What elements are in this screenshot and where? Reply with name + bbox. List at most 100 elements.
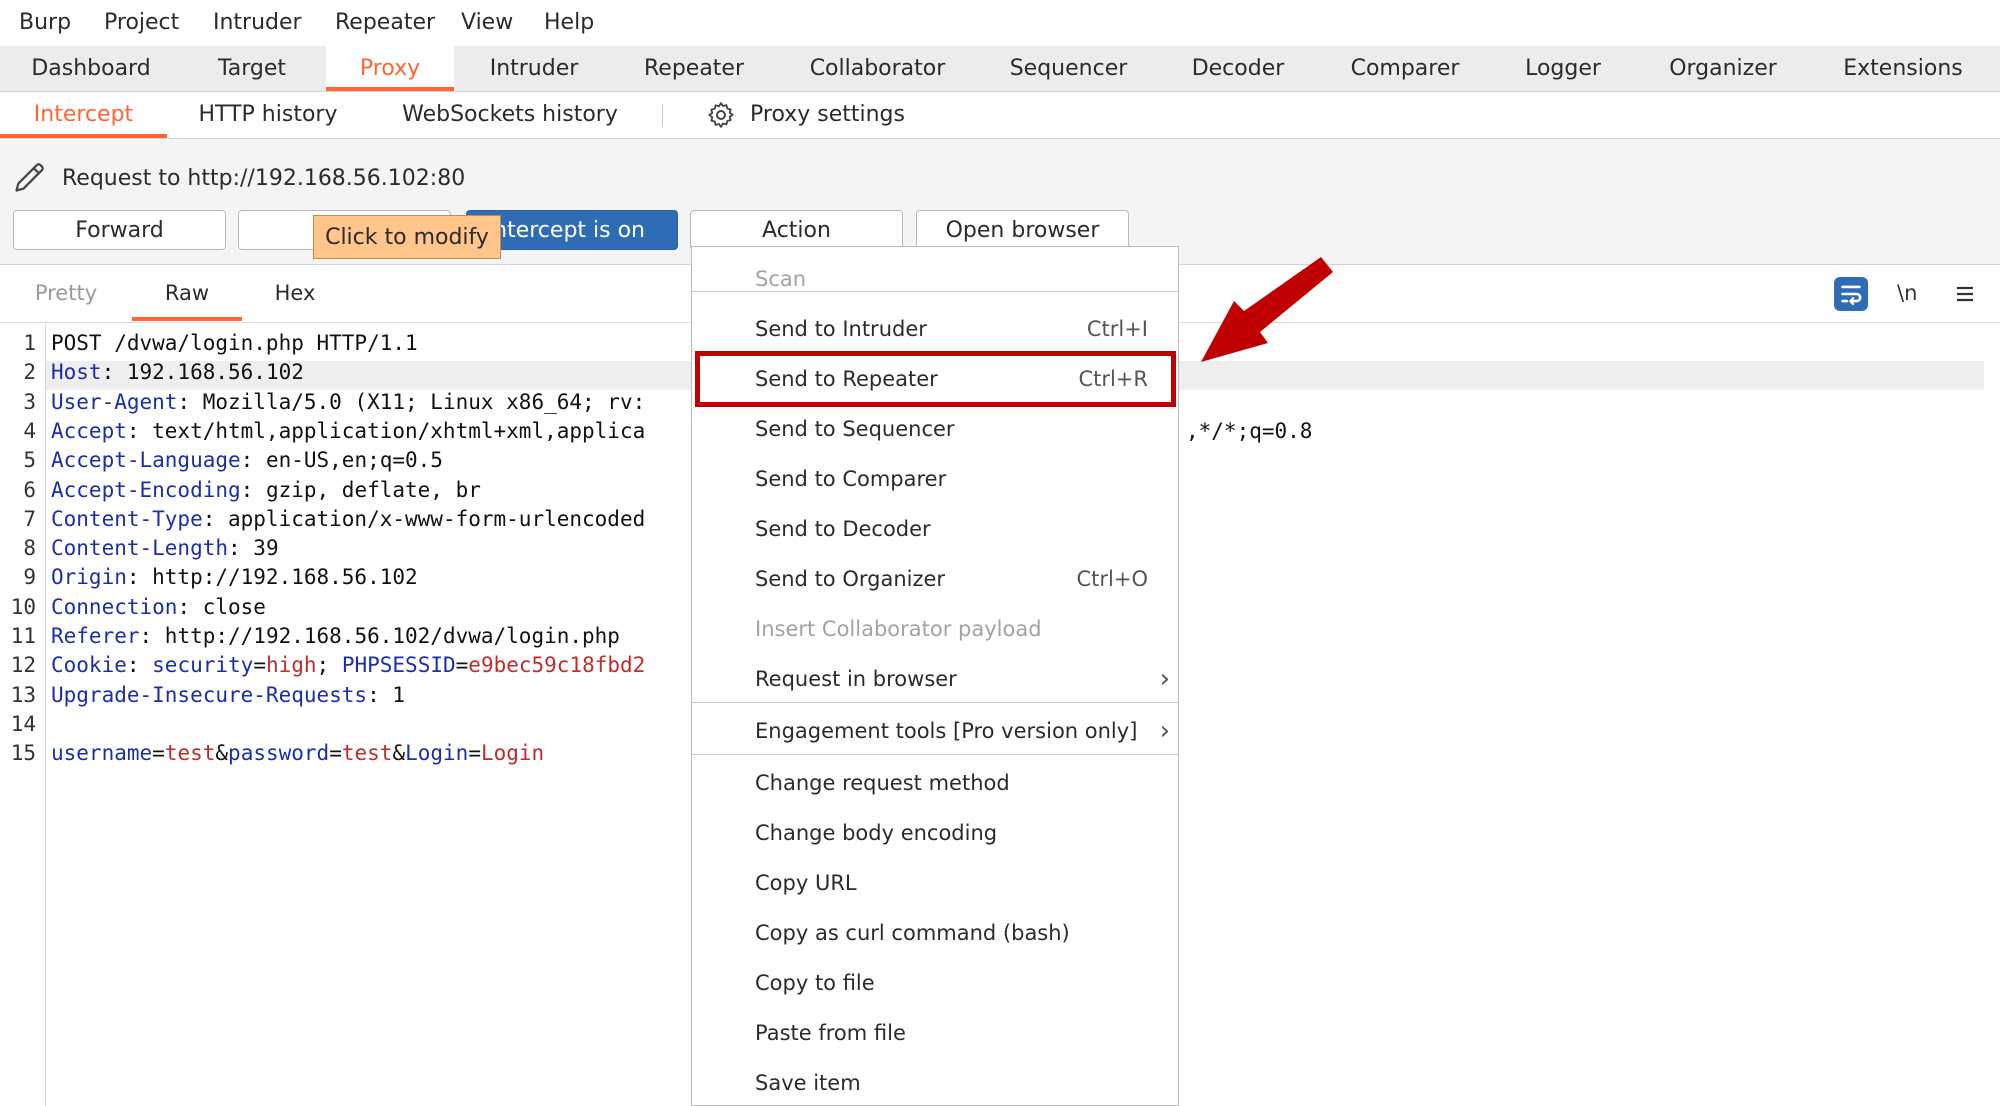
menu-item-label: Scan (755, 267, 807, 291)
tab-intruder[interactable]: Intruder (474, 46, 594, 91)
menu-item-label: Copy to file (755, 971, 875, 995)
header-value: : text/html,application/xhtml+xml,applic… (126, 419, 646, 443)
tab-repeater[interactable]: Repeater (632, 46, 756, 91)
menu-item-send-to-sequencer[interactable]: Send to Sequencer (692, 409, 1178, 449)
tab-decoder[interactable]: Decoder (1183, 46, 1293, 91)
menu-item-change-request-method[interactable]: Change request method (692, 763, 1178, 803)
tab-dashboard[interactable]: Dashboard (20, 46, 162, 91)
menu-item-request-in-browser[interactable]: Request in browser › (692, 659, 1178, 699)
body-param-token: & (215, 741, 229, 765)
tab-comparer[interactable]: Comparer (1346, 46, 1464, 91)
subtab-websockets-history[interactable]: WebSockets history (400, 92, 620, 138)
line-number: 1 (23, 331, 36, 355)
menu-repeater[interactable]: Repeater (335, 10, 435, 35)
header-value: : (126, 653, 153, 677)
cookie-token: = (253, 653, 266, 677)
menu-item-label: Send to Sequencer (755, 417, 955, 441)
menu-item-send-to-intruder[interactable]: Send to Intruder Ctrl+I (692, 309, 1178, 349)
menu-item-label: Send to Decoder (755, 517, 931, 541)
line-number: 6 (23, 478, 36, 502)
menu-item-change-body-encoding[interactable]: Change body encoding (692, 813, 1178, 853)
menu-item-copy-url[interactable]: Copy URL (692, 863, 1178, 903)
header-value: : 39 (228, 536, 279, 560)
menu-item-shortcut: Ctrl+O (1076, 567, 1149, 591)
header-name: Accept-Language (51, 448, 241, 472)
open-browser-button[interactable]: Open browser (916, 210, 1129, 250)
header-name: Host (51, 360, 102, 384)
menu-view[interactable]: View (461, 10, 513, 35)
menu-item-send-to-comparer[interactable]: Send to Comparer (692, 459, 1178, 499)
line-number: 8 (23, 536, 36, 560)
menu-item-label: Save item (755, 1071, 861, 1095)
body-param-token: = (468, 741, 481, 765)
hamburger-icon[interactable] (1953, 282, 1977, 306)
menu-item-label: Insert Collaborator payload (755, 617, 1042, 641)
proxy-settings-label: Proxy settings (750, 102, 905, 127)
subtab-intercept[interactable]: Intercept (0, 92, 167, 138)
editor-tab-hex[interactable]: Hex (255, 279, 335, 321)
menu-item-send-to-organizer[interactable]: Send to Organizer Ctrl+O (692, 559, 1178, 599)
menu-item-save-item[interactable]: Save item (692, 1063, 1178, 1103)
line-number: 12 (10, 653, 36, 677)
menu-burp[interactable]: Burp (19, 10, 71, 35)
proxy-settings-button[interactable]: Proxy settings (706, 92, 906, 138)
menu-item-label: Copy as curl command (bash) (755, 921, 1070, 945)
request-line: Content-Length: 39 (51, 536, 279, 560)
tab-organizer[interactable]: Organizer (1662, 46, 1784, 91)
request-line: Accept-Encoding: gzip, deflate, br (51, 478, 481, 502)
line-number: 14 (10, 712, 36, 736)
header-value: : close (177, 595, 266, 619)
tab-proxy[interactable]: Proxy (326, 46, 454, 91)
gear-icon (708, 102, 734, 128)
highlight-box-send-to-repeater (695, 351, 1176, 407)
menu-item-paste-from-file[interactable]: Paste from file (692, 1013, 1178, 1053)
body-param-token: = (152, 741, 165, 765)
menu-item-label: Change request method (755, 771, 1010, 795)
menu-separator (692, 702, 1178, 703)
header-value: : application/x-www-form-urlencoded (202, 507, 646, 531)
menu-bar: Burp Project Intruder Repeater View Help (0, 0, 2000, 47)
request-line: Connection: close (51, 595, 266, 619)
header-value: : http://192.168.56.102/dvwa/login.php (139, 624, 620, 648)
request-line: Origin: http://192.168.56.102 (51, 565, 418, 589)
request-line: username=test&password=test&Login=Login (51, 741, 544, 765)
editor-tab-raw[interactable]: Raw (132, 279, 242, 321)
request-line: Accept: text/html,application/xhtml+xml,… (51, 419, 645, 443)
cookie-token: e9bec59c18fbd2 (468, 653, 646, 677)
body-param-token: = (329, 741, 342, 765)
line-number: 9 (23, 565, 36, 589)
header-value: : Mozilla/5.0 (X11; Linux x86_64; rv: (177, 390, 646, 414)
wrap-lines-button[interactable] (1834, 277, 1868, 311)
menu-help[interactable]: Help (544, 10, 594, 35)
editor-tab-pretty[interactable]: Pretty (20, 279, 112, 321)
menu-item-shortcut: Ctrl+I (1086, 317, 1148, 341)
header-name: Accept-Encoding (51, 478, 241, 502)
menu-item-scan: Scan (692, 259, 1178, 299)
tab-logger[interactable]: Logger (1517, 46, 1609, 91)
body-param-token: password (228, 741, 330, 765)
newline-toggle[interactable]: \n (1897, 281, 1917, 305)
menu-item-label: Send to Comparer (755, 467, 947, 491)
tab-sequencer[interactable]: Sequencer (1003, 46, 1134, 91)
tab-extensions[interactable]: Extensions (1838, 46, 1968, 91)
header-value: : 192.168.56.102 (101, 360, 304, 384)
header-name: Content-Length (51, 536, 229, 560)
menu-item-copy-to-file[interactable]: Copy to file (692, 963, 1178, 1003)
tab-collaborator[interactable]: Collaborator (800, 46, 955, 91)
menu-item-engagement-tools-pro-version-only[interactable]: Engagement tools [Pro version only] › (692, 711, 1178, 751)
menu-intruder[interactable]: Intruder (213, 10, 302, 35)
menu-item-send-to-decoder[interactable]: Send to Decoder (692, 509, 1178, 549)
tab-target[interactable]: Target (196, 46, 308, 91)
subtab-http-history[interactable]: HTTP history (193, 92, 343, 138)
accept-header-tail: ,*/*;q=0.8 (1186, 419, 1313, 443)
action-button[interactable]: Action (690, 210, 903, 250)
menu-project[interactable]: Project (104, 10, 179, 35)
menu-item-copy-as-curl-command-bash[interactable]: Copy as curl command (bash) (692, 913, 1178, 953)
menu-item-label: Copy URL (755, 871, 857, 895)
proxy-sub-tab-bar: Intercept HTTP history WebSockets histor… (0, 92, 2000, 139)
menu-item-insert-collaborator-payload: Insert Collaborator payload (692, 609, 1178, 649)
header-value: : 1 (367, 683, 406, 707)
request-line: Host: 192.168.56.102 (51, 360, 304, 384)
menu-item-label: Request in browser (755, 667, 957, 691)
forward-button[interactable]: Forward (13, 210, 226, 250)
